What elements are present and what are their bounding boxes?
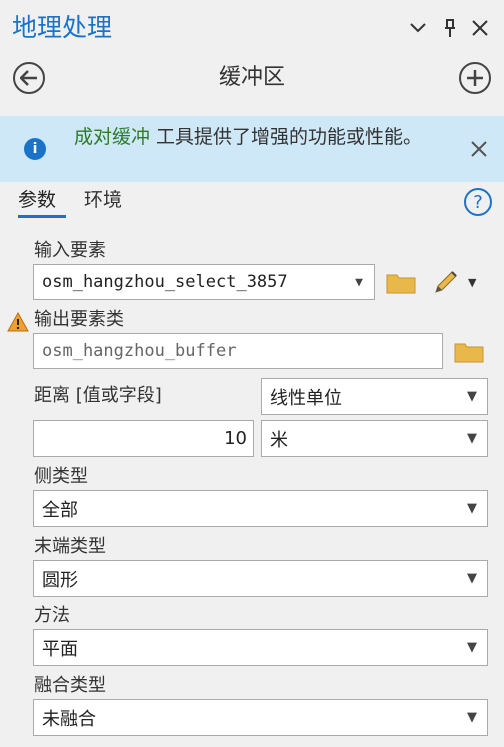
warning-icon bbox=[7, 311, 29, 337]
plus-icon bbox=[467, 70, 483, 86]
edit-pencil-icon[interactable] bbox=[432, 268, 462, 301]
output-feature-class-label: 输出要素类 bbox=[34, 309, 124, 330]
input-features-value: osm_hangzhou_select_3857 bbox=[42, 272, 288, 292]
info-icon: i bbox=[24, 138, 46, 160]
distance-label: 距离 [值或字段] bbox=[34, 385, 162, 406]
distance-value-input[interactable]: 10 bbox=[33, 420, 254, 457]
output-feature-class-input[interactable]: osm_hangzhou_buffer bbox=[33, 333, 443, 369]
chevron-down-icon: ▼ bbox=[467, 389, 477, 404]
pairwise-buffer-link[interactable]: 成对缓冲 bbox=[74, 126, 150, 148]
tab-environments[interactable]: 环境 bbox=[84, 186, 122, 214]
browse-folder-icon[interactable] bbox=[454, 339, 484, 368]
side-type-select[interactable]: 全部 ▼ bbox=[33, 490, 488, 527]
side-type-value: 全部 bbox=[42, 499, 78, 521]
end-type-select[interactable]: 圆形 ▼ bbox=[33, 560, 488, 597]
info-message: 成对缓冲 工具提供了增强的功能或性能。 bbox=[74, 124, 434, 150]
tab-active-indicator bbox=[18, 215, 66, 218]
browse-folder-icon[interactable] bbox=[386, 270, 416, 299]
chevron-down-icon: ▼ bbox=[355, 274, 363, 290]
chevron-down-icon: ▼ bbox=[467, 501, 477, 516]
distance-type-value: 线性单位 bbox=[270, 387, 342, 409]
pencil-dropdown-icon[interactable]: ▼ bbox=[468, 276, 476, 289]
input-features-select[interactable]: osm_hangzhou_select_3857 ▼ bbox=[33, 264, 375, 300]
method-select[interactable]: 平面 ▼ bbox=[33, 629, 488, 666]
close-pane-icon[interactable] bbox=[466, 14, 494, 42]
pane-menu-icon[interactable] bbox=[404, 14, 432, 42]
method-value: 平面 bbox=[42, 638, 78, 660]
add-button[interactable] bbox=[459, 62, 491, 94]
side-type-label: 侧类型 bbox=[34, 466, 88, 487]
method-label: 方法 bbox=[34, 605, 70, 626]
distance-unit-value: 米 bbox=[270, 429, 288, 451]
chevron-down-icon: ▼ bbox=[467, 710, 477, 725]
chevron-down-icon: ▼ bbox=[467, 571, 477, 586]
dissolve-type-label: 融合类型 bbox=[34, 675, 106, 696]
dissolve-type-select[interactable]: 未融合 ▼ bbox=[33, 699, 488, 736]
pin-icon[interactable] bbox=[436, 14, 464, 42]
chevron-down-icon: ▼ bbox=[467, 640, 477, 655]
distance-type-select[interactable]: 线性单位 ▼ bbox=[261, 378, 488, 415]
info-message-text: 工具提供了增强的功能或性能。 bbox=[150, 126, 423, 148]
pane-title: 地理处理 bbox=[12, 13, 113, 42]
chevron-down-icon: ▼ bbox=[467, 431, 477, 446]
dissolve-type-value: 未融合 bbox=[42, 708, 96, 730]
end-type-label: 末端类型 bbox=[34, 536, 106, 557]
distance-unit-select[interactable]: 米 ▼ bbox=[261, 420, 488, 457]
end-type-value: 圆形 bbox=[42, 569, 78, 591]
help-icon[interactable]: ? bbox=[464, 188, 492, 216]
input-features-label: 输入要素 bbox=[34, 240, 106, 261]
dismiss-info-icon[interactable] bbox=[470, 140, 488, 163]
tab-parameters[interactable]: 参数 bbox=[18, 186, 56, 214]
tool-title: 缓冲区 bbox=[218, 65, 285, 90]
